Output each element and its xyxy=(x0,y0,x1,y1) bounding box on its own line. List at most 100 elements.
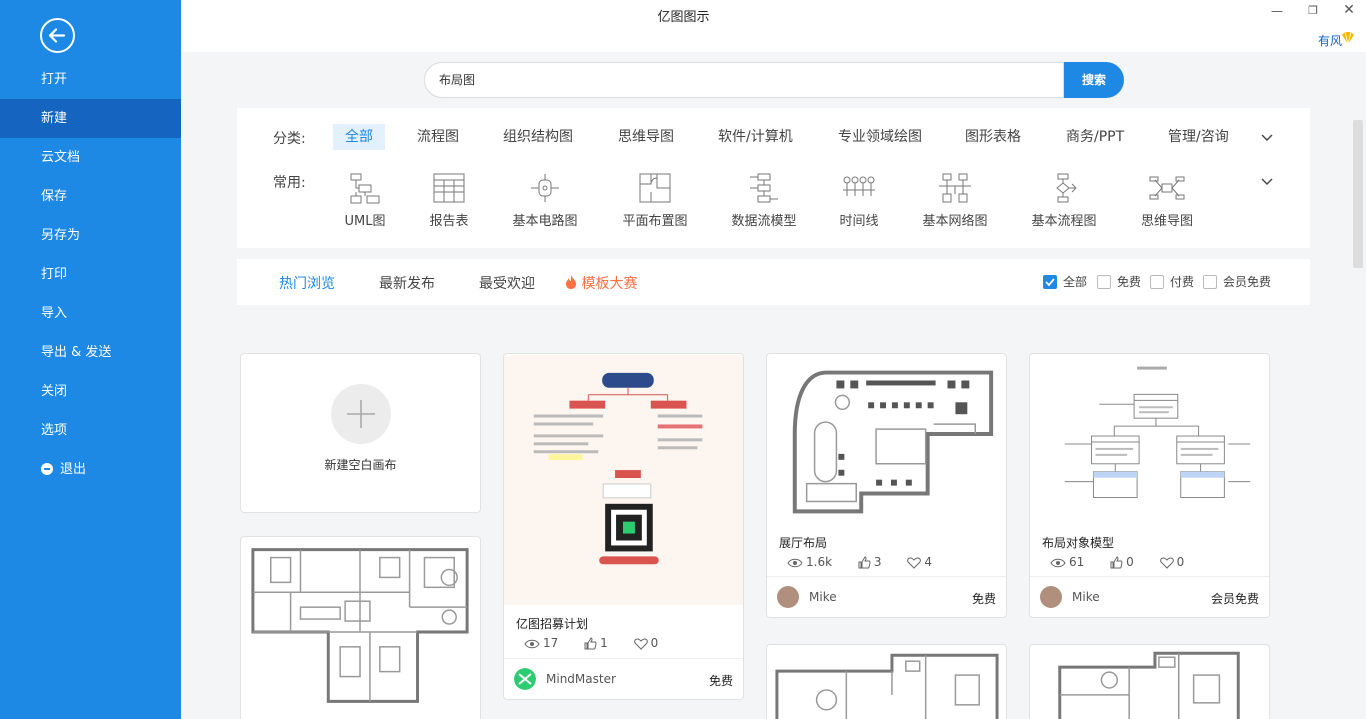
common-mindmap[interactable]: 思维导图 xyxy=(1127,172,1207,232)
search-input[interactable]: 布局图 xyxy=(424,62,1064,98)
author-name[interactable]: Mike xyxy=(809,590,837,604)
main-content: 布局图 搜索 分类: 全部 流程图 组织结构图 思维导图 软件/计算机 专业领域… xyxy=(181,52,1366,719)
common-floor-plan[interactable]: 平面布置图 xyxy=(615,172,695,232)
category-all[interactable]: 全部 xyxy=(333,124,385,150)
category-org-chart[interactable]: 组织结构图 xyxy=(491,124,585,150)
sidebar-item-export-send[interactable]: 导出 & 发送 xyxy=(0,333,181,372)
minus-circle-icon xyxy=(41,463,53,475)
network-icon xyxy=(939,173,971,203)
card-stats: 1.6k 3 4 xyxy=(787,555,954,569)
sidebar-item-options[interactable]: 选项 xyxy=(0,411,181,450)
category-software[interactable]: 软件/计算机 xyxy=(706,124,805,150)
sidebar-item-import[interactable]: 导入 xyxy=(0,294,181,333)
common-network[interactable]: 基本网络图 xyxy=(915,172,995,232)
sidebar-item-save-as[interactable]: 另存为 xyxy=(0,216,181,255)
new-blank-canvas-card[interactable]: 新建空白画布 xyxy=(240,353,481,513)
sidebar-item-close[interactable]: 关闭 xyxy=(0,372,181,411)
floor-plan-thumbnail xyxy=(775,653,999,719)
avatar xyxy=(777,586,799,608)
circuit-icon xyxy=(531,174,559,202)
tabs-bar: 热门浏览 最新发布 最受欢迎 模板大赛 全部 免费 付费 会员免费 xyxy=(237,259,1310,305)
filter-all[interactable]: 全部 xyxy=(1043,275,1087,289)
category-mind-map[interactable]: 思维导图 xyxy=(606,124,686,150)
card-title: 展厅布局 xyxy=(779,536,828,550)
card-stats: 17 1 0 xyxy=(524,636,680,650)
sidebar-item-open[interactable]: 打开 xyxy=(0,60,181,99)
category-professional[interactable]: 专业领域绘图 xyxy=(826,124,934,150)
checkbox-icon xyxy=(1150,275,1164,289)
chevron-down-icon[interactable] xyxy=(1260,174,1274,188)
views-count: 61 xyxy=(1050,555,1084,569)
common-dataflow[interactable]: 数据流模型 xyxy=(724,172,804,232)
template-card-exhibition[interactable]: 展厅布局 1.6k 3 4 Mike 免费 xyxy=(766,353,1007,618)
common-circuit[interactable]: 基本电路图 xyxy=(505,172,585,232)
filter-paid[interactable]: 付费 xyxy=(1150,275,1194,289)
report-icon xyxy=(433,173,465,203)
floor-plan-thumbnail xyxy=(251,548,469,703)
category-label: 分类: xyxy=(273,131,306,147)
author-name[interactable]: MindMaster xyxy=(546,672,616,686)
template-card[interactable] xyxy=(240,536,481,719)
filter-member-free-label: 会员免费 xyxy=(1223,275,1272,289)
dataflow-icon xyxy=(750,173,778,203)
scrollbar[interactable] xyxy=(1353,120,1363,268)
author-name[interactable]: Mike xyxy=(1072,590,1100,604)
sidebar-item-cloud-docs[interactable]: 云文档 xyxy=(0,138,181,177)
object-model-thumbnail xyxy=(1064,366,1251,499)
tab-most-popular[interactable]: 最受欢迎 xyxy=(479,273,535,293)
category-management[interactable]: 管理/咨询 xyxy=(1156,124,1241,150)
uml-icon xyxy=(350,173,380,204)
floor-plan-thumbnail xyxy=(1058,651,1240,719)
category-graphic-table[interactable]: 图形表格 xyxy=(953,124,1033,150)
heart-icon xyxy=(1159,556,1174,569)
sidebar: 打开 新建 云文档 保存 另存为 打印 导入 导出 & 发送 关闭 选项 退出 xyxy=(0,0,181,719)
user-name[interactable]: 有风 xyxy=(1318,32,1342,49)
filter-free-label: 免费 xyxy=(1117,275,1142,289)
minimize-icon[interactable]: — xyxy=(1267,4,1287,18)
author-row: Mike 免费 xyxy=(767,576,1006,617)
timeline-icon xyxy=(843,176,875,196)
tab-template-contest[interactable]: 模板大赛 xyxy=(565,273,637,293)
sidebar-item-exit[interactable]: 退出 xyxy=(0,450,181,489)
category-business-ppt[interactable]: 商务/PPT xyxy=(1054,124,1136,150)
category-flowchart[interactable]: 流程图 xyxy=(405,124,471,150)
mindmap-icon xyxy=(1149,176,1185,200)
filter-member-free[interactable]: 会员免费 xyxy=(1203,275,1271,289)
tab-latest[interactable]: 最新发布 xyxy=(379,273,435,293)
flowchart-icon xyxy=(1056,173,1077,203)
common-timeline-label: 时间线 xyxy=(839,214,879,229)
common-flowchart[interactable]: 基本流程图 xyxy=(1024,172,1104,232)
favorites-count: 0 xyxy=(1159,555,1184,569)
search-button[interactable]: 搜索 xyxy=(1064,62,1124,98)
sidebar-item-exit-label: 退出 xyxy=(60,462,87,477)
sidebar-item-print[interactable]: 打印 xyxy=(0,255,181,294)
common-circuit-label: 基本电路图 xyxy=(512,214,578,229)
common-timeline[interactable]: 时间线 xyxy=(819,172,899,232)
template-card[interactable] xyxy=(766,644,1007,719)
sidebar-item-new[interactable]: 新建 xyxy=(0,99,181,138)
back-arrow-icon[interactable] xyxy=(40,18,75,53)
mindmap-thumbnail xyxy=(504,355,743,605)
template-card-recruitment[interactable]: 亿图招募计划 17 1 0 MindMaster 免费 xyxy=(503,353,744,700)
sidebar-item-save[interactable]: 保存 xyxy=(0,177,181,216)
template-card-object-model[interactable]: 布局对象模型 61 0 0 Mike 会员免费 xyxy=(1029,353,1270,618)
views-count: 1.6k xyxy=(787,555,832,569)
close-icon[interactable]: ✕ xyxy=(1339,2,1359,18)
chevron-down-icon[interactable] xyxy=(1260,130,1274,144)
filter-free[interactable]: 免费 xyxy=(1097,275,1141,289)
common-label: 常用: xyxy=(273,175,306,191)
eye-icon xyxy=(1050,558,1066,567)
restore-icon[interactable]: ❐ xyxy=(1303,4,1323,17)
tab-hot-browse[interactable]: 热门浏览 xyxy=(279,273,335,293)
price-label: 会员免费 xyxy=(1210,592,1259,606)
app-title: 亿图图示 xyxy=(657,10,710,25)
thumbs-up-icon xyxy=(1110,556,1123,569)
flame-icon xyxy=(566,275,576,289)
vip-diamond-icon[interactable] xyxy=(1340,30,1356,46)
title-bar: 亿图图示 — ❐ ✕ 有风 xyxy=(181,0,1366,52)
common-uml[interactable]: UML图 xyxy=(325,172,405,232)
common-report[interactable]: 报告表 xyxy=(409,172,489,232)
template-card[interactable] xyxy=(1029,644,1270,719)
favorites-count: 0 xyxy=(633,636,658,650)
common-report-label: 报告表 xyxy=(429,214,469,229)
